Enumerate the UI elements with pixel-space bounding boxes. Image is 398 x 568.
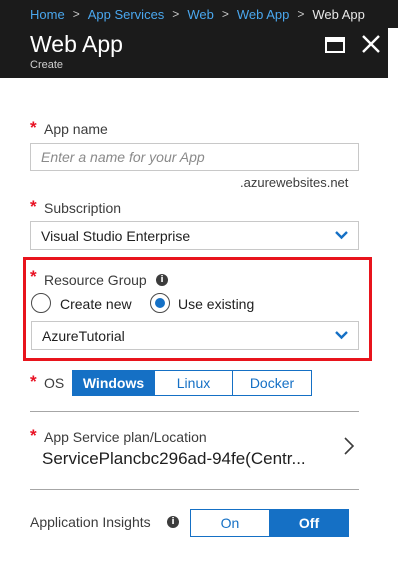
required-marker: * [30, 118, 37, 137]
subscription-select[interactable]: Visual Studio Enterprise [30, 221, 359, 250]
breadcrumb-separator: > [221, 7, 229, 21]
close-icon[interactable] [361, 32, 381, 56]
app-name-domain-suffix: .azurewebsites.net [240, 175, 349, 190]
create-new-label[interactable]: Create new [60, 296, 132, 312]
os-selector: Windows Linux Docker [72, 370, 312, 396]
breadcrumb-web-app[interactable]: Web App [237, 7, 290, 22]
blade-header: Web App Create [0, 28, 388, 78]
breadcrumb-home[interactable]: Home [30, 7, 65, 22]
required-marker: * [30, 426, 37, 445]
breadcrumb-web[interactable]: Web [187, 7, 214, 22]
use-existing-radio[interactable] [150, 293, 170, 313]
insights-off-option[interactable]: Off [270, 509, 349, 537]
os-label: OS [44, 375, 65, 391]
resource-group-select[interactable]: AzureTutorial [31, 321, 359, 350]
os-windows-option[interactable]: Windows [72, 370, 155, 396]
breadcrumb-separator: > [72, 7, 80, 21]
breadcrumb-separator: > [172, 7, 180, 21]
app-service-plan-label: App Service plan/Location [44, 429, 207, 445]
breadcrumb-app-services[interactable]: App Services [88, 7, 165, 22]
maximize-icon[interactable] [325, 37, 345, 53]
app-name-label: App name [44, 121, 108, 137]
page-subtitle: Create [30, 59, 64, 71]
os-docker-option[interactable]: Docker [233, 370, 312, 396]
divider [30, 489, 359, 490]
resource-group-label: Resource Group [44, 272, 147, 288]
breadcrumb: Home > App Services > Web > Web App > We… [0, 0, 398, 28]
os-linux-option[interactable]: Linux [155, 370, 233, 396]
subscription-value: Visual Studio Enterprise [41, 227, 191, 244]
insights-on-option[interactable]: On [190, 509, 270, 537]
required-marker: * [30, 197, 37, 216]
blade-edge [388, 28, 398, 568]
radio-selected-dot [155, 298, 165, 308]
use-existing-label[interactable]: Use existing [178, 296, 254, 312]
application-insights-label: Application Insights [30, 514, 151, 530]
breadcrumb-current: Web App [312, 6, 365, 22]
chevron-right-icon [344, 437, 355, 455]
chevron-down-icon [335, 331, 348, 340]
resource-group-value: AzureTutorial [42, 327, 125, 344]
info-icon[interactable]: i [156, 274, 168, 286]
chevron-down-icon [335, 231, 348, 240]
subscription-label: Subscription [44, 200, 122, 216]
app-service-plan-row[interactable]: * App Service plan/Location ServicePlanc… [28, 420, 360, 482]
required-marker: * [30, 372, 37, 391]
divider [30, 411, 359, 412]
info-icon[interactable]: i [167, 516, 179, 528]
app-service-plan-value: ServicePlancbc296ad-94fe(Centr... [42, 449, 306, 468]
create-new-radio[interactable] [31, 293, 51, 313]
required-marker: * [30, 267, 37, 286]
page-title: Web App [30, 31, 123, 57]
app-name-input[interactable] [30, 143, 359, 171]
application-insights-toggle: On Off [190, 509, 349, 537]
breadcrumb-separator: > [297, 7, 305, 21]
